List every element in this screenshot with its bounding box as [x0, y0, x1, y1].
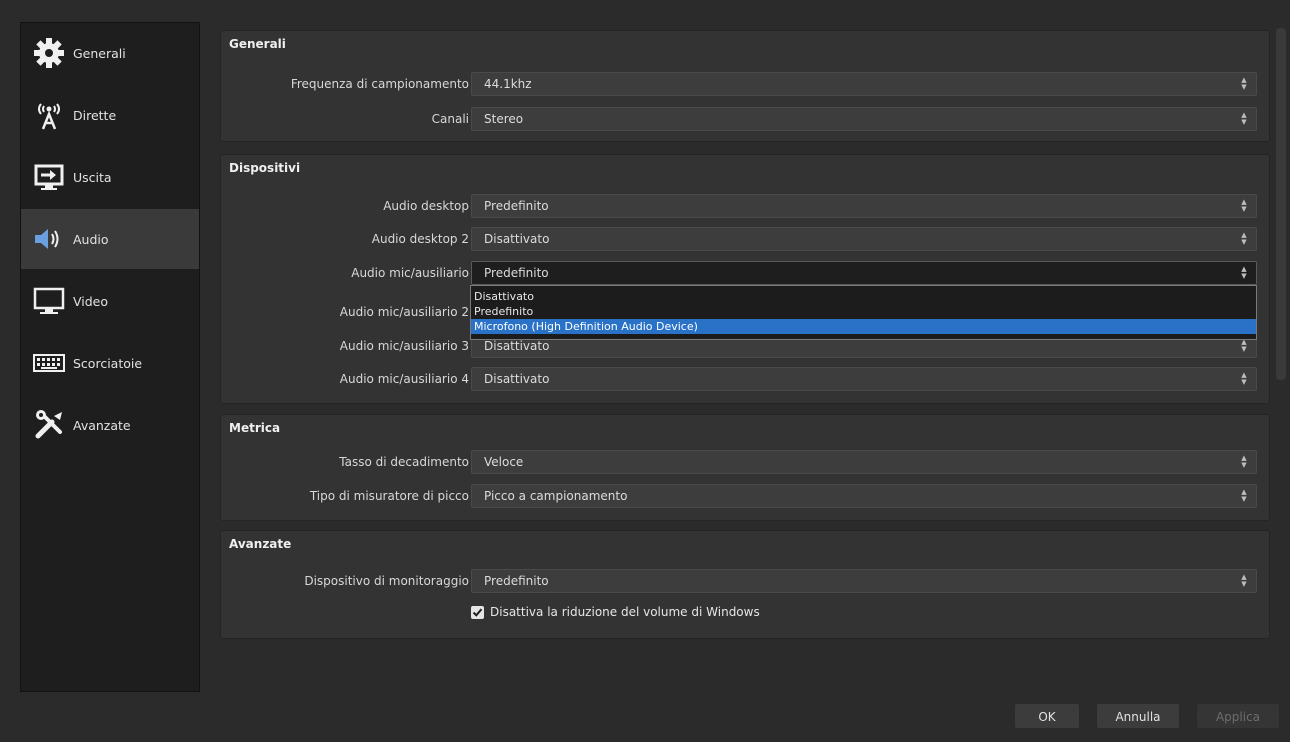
- audio-settings-panel: Generali Frequenza di campionamento 44.1…: [208, 22, 1271, 672]
- updown-arrow-icon: ▲▼: [1241, 198, 1247, 213]
- sidebar-item-label: Dirette: [73, 107, 117, 123]
- combo-value: 44.1khz: [484, 77, 532, 91]
- setting-label: Audio mic/ausiliario: [351, 266, 469, 280]
- setting-row-sample-rate: Frequenza di campionamento 44.1khz ▲ ▼: [221, 71, 1269, 97]
- keyboard-icon: [31, 345, 67, 381]
- setting-row-desktop-audio-2: Audio desktop 2 Disattivato ▲ ▼: [221, 226, 1269, 252]
- setting-label: Audio mic/ausiliario 3: [339, 339, 469, 353]
- cancel-button[interactable]: Annulla: [1096, 703, 1180, 729]
- setting-label: Tasso di decadimento: [339, 455, 469, 469]
- checkmark-icon: [472, 608, 483, 617]
- updown-arrow-icon: ▲▼: [1241, 488, 1247, 503]
- dropdown-option-selected[interactable]: Microfono (High Definition Audio Device): [471, 319, 1256, 334]
- sidebar-item-scorciatoie[interactable]: Scorciatoie: [21, 333, 199, 393]
- group-dispositivi: Dispositivi Audio desktop Predefinito ▲ ▼…: [220, 154, 1270, 404]
- setting-label: Dispositivo di monitoraggio: [304, 574, 469, 588]
- setting-row-mic-aux: Audio mic/ausiliario Predefinito ▲ ▼: [221, 260, 1269, 286]
- setting-label: Audio desktop: [383, 199, 469, 213]
- setting-label: Audio mic/ausiliario 4: [339, 372, 469, 386]
- sidebar-item-video[interactable]: Video: [21, 271, 199, 331]
- sidebar-item-label: Scorciatoie: [73, 355, 143, 371]
- checkbox-label: Disattiva la riduzione del volume di Win…: [490, 605, 760, 619]
- setting-row-decay-rate: Tasso di decadimento Veloce ▲ ▼: [221, 449, 1269, 475]
- updown-arrow-icon: ▲▼: [1241, 111, 1247, 126]
- tools-icon: [31, 407, 67, 443]
- sidebar-item-uscita[interactable]: Uscita: [21, 147, 199, 207]
- combo-value: Stereo: [484, 112, 524, 126]
- sidebar-item-dirette[interactable]: Dirette: [21, 85, 199, 145]
- setting-row-mic-aux-4: Audio mic/ausiliario 4 Disattivato ▲ ▼: [221, 366, 1269, 392]
- monitoring-device-combo[interactable]: Predefinito ▲ ▼: [471, 569, 1257, 593]
- setting-label: Frequenza di campionamento: [290, 77, 469, 91]
- antenna-icon: [31, 97, 67, 133]
- combo-value: Veloce: [484, 455, 524, 469]
- settings-sidebar: Generali Dirette Uscita Audio Video Scor…: [20, 22, 200, 692]
- peak-meter-type-combo[interactable]: Picco a campionamento ▲ ▼: [471, 484, 1257, 508]
- output-icon: [31, 159, 67, 195]
- group-title: Dispositivi: [229, 161, 301, 175]
- mic-aux-4-combo[interactable]: Disattivato ▲ ▼: [471, 367, 1257, 391]
- sidebar-item-label: Video: [73, 293, 109, 309]
- group-metrica: Metrica Tasso di decadimento Veloce ▲ ▼ T…: [220, 414, 1270, 521]
- disable-ducking-option[interactable]: Disattiva la riduzione del volume di Win…: [471, 605, 760, 619]
- sidebar-item-label: Uscita: [73, 169, 112, 185]
- combo-value: Disattivato: [484, 339, 550, 353]
- updown-arrow-icon: ▲▼: [1241, 454, 1247, 469]
- group-title: Generali: [229, 37, 286, 51]
- disable-ducking-checkbox[interactable]: [471, 605, 484, 619]
- setting-row-desktop-audio: Audio desktop Predefinito ▲ ▼: [221, 193, 1269, 219]
- dropdown-option[interactable]: Disattivato: [471, 289, 1256, 304]
- monitor-icon: [31, 283, 67, 319]
- group-generali: Generali Frequenza di campionamento 44.1…: [220, 30, 1270, 142]
- mic-aux-combo[interactable]: Predefinito ▲ ▼: [471, 261, 1257, 285]
- sample-rate-combo[interactable]: 44.1khz ▲ ▼: [471, 72, 1257, 96]
- setting-row-peak-meter-type: Tipo di misuratore di picco Picco a camp…: [221, 483, 1269, 509]
- sidebar-item-avanzate[interactable]: Avanzate: [21, 395, 199, 455]
- setting-row-monitoring-device: Dispositivo di monitoraggio Predefinito …: [221, 568, 1269, 594]
- settings-scrollbar[interactable]: [1276, 28, 1286, 380]
- sidebar-item-audio[interactable]: Audio: [21, 209, 199, 269]
- updown-arrow-icon: ▲▼: [1241, 573, 1247, 588]
- channels-combo[interactable]: Stereo ▲ ▼: [471, 107, 1257, 131]
- speaker-icon: [31, 221, 67, 257]
- gear-icon: [31, 35, 67, 71]
- desktop-audio-combo[interactable]: Predefinito ▲ ▼: [471, 194, 1257, 218]
- combo-value: Predefinito: [484, 266, 549, 280]
- setting-label: Canali: [431, 112, 469, 126]
- combo-value: Picco a campionamento: [484, 489, 628, 503]
- mic-aux-dropdown-list: Disattivato Predefinito Microfono (High …: [470, 285, 1257, 340]
- setting-row-channels: Canali Stereo ▲ ▼: [221, 106, 1269, 132]
- updown-arrow-icon: ▲▼: [1241, 231, 1247, 246]
- combo-value: Disattivato: [484, 372, 550, 386]
- desktop-audio-2-combo[interactable]: Disattivato ▲ ▼: [471, 227, 1257, 251]
- apply-button[interactable]: Applica: [1196, 703, 1280, 729]
- decay-rate-combo[interactable]: Veloce ▲ ▼: [471, 450, 1257, 474]
- group-title: Avanzate: [229, 537, 292, 551]
- combo-value: Predefinito: [484, 199, 549, 213]
- combo-value: Disattivato: [484, 232, 550, 246]
- sidebar-item-label: Audio: [73, 231, 109, 247]
- sidebar-item-generali[interactable]: Generali: [21, 23, 199, 83]
- setting-label: Audio mic/ausiliario 2: [339, 305, 469, 319]
- ok-button[interactable]: OK: [1014, 703, 1080, 729]
- combo-value: Predefinito: [484, 574, 549, 588]
- setting-label: Tipo di misuratore di picco: [309, 489, 469, 503]
- updown-arrow-icon: ▲▼: [1241, 265, 1247, 280]
- group-avanzate: Avanzate Dispositivo di monitoraggio Pre…: [220, 530, 1270, 639]
- dropdown-option[interactable]: Predefinito: [471, 304, 1256, 319]
- updown-arrow-icon: ▲▼: [1241, 371, 1247, 386]
- updown-arrow-icon: ▲▼: [1241, 338, 1247, 353]
- sidebar-item-label: Avanzate: [73, 417, 131, 433]
- setting-label: Audio desktop 2: [371, 232, 469, 246]
- updown-arrow-icon: ▲▼: [1241, 76, 1247, 91]
- group-title: Metrica: [229, 421, 281, 435]
- sidebar-item-label: Generali: [73, 45, 126, 61]
